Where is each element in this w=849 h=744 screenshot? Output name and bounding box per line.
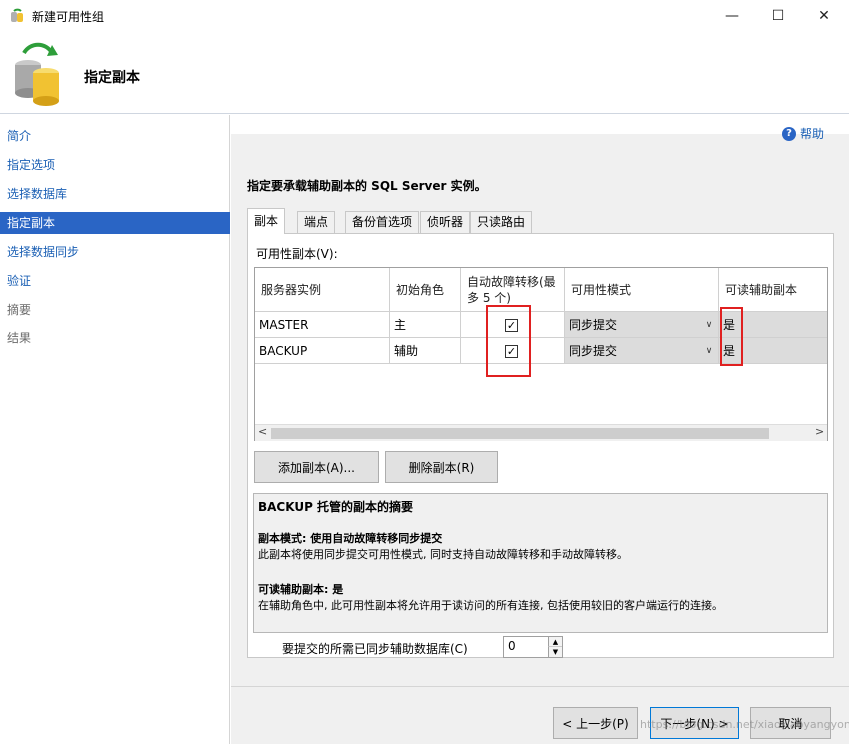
back-button[interactable]: < 上一步(P) [553, 707, 638, 739]
scrollbar-thumb[interactable] [271, 428, 769, 439]
summary-heading: BACKUP 托管的副本的摘要 [258, 500, 414, 514]
cell-role[interactable]: 主 [390, 312, 461, 338]
nav-item-data-sync[interactable]: 选择数据同步 [0, 241, 230, 263]
tab-backup-preferences[interactable]: 备份首选项 [345, 211, 420, 233]
cell-role[interactable]: 辅助 [390, 338, 461, 364]
database-sync-icon [15, 42, 59, 106]
highlight-failover [486, 305, 531, 377]
maximize-button[interactable]: ☐ [755, 0, 801, 32]
summary-mode-title: 副本模式: 使用自动故障转移同步提交 [258, 532, 443, 545]
wizard-header: 指定副本 [0, 32, 849, 114]
chevron-down-icon: ∨ [705, 346, 713, 356]
minimize-icon: — [725, 8, 739, 24]
spinner-value[interactable]: 0 [508, 639, 516, 653]
help-link[interactable]: ? 帮助 [782, 125, 824, 142]
cell-server[interactable]: BACKUP [255, 338, 390, 364]
main-top-strip [231, 115, 849, 134]
mode-dropdown[interactable]: 同步提交 ∨ [565, 338, 719, 364]
spinner-down-icon[interactable]: ▼ [548, 647, 562, 657]
nav-item-replicas[interactable]: 指定副本 [0, 212, 230, 234]
tab-readonly-routing[interactable]: 只读路由 [470, 211, 533, 233]
scroll-right-icon[interactable]: > [815, 425, 824, 438]
nav-item-results: 结果 [7, 331, 32, 345]
minimize-button[interactable]: — [709, 0, 755, 32]
help-label: 帮助 [800, 127, 825, 141]
nav-item-databases[interactable]: 选择数据库 [0, 183, 230, 205]
summary-readable-desc: 在辅助角色中, 此可用性副本将允许用于读访问的所有连接, 包括使用较旧的客户端运… [258, 599, 723, 612]
cell-server[interactable]: MASTER [255, 312, 390, 338]
spinner-up-icon[interactable]: ▲ [548, 637, 562, 647]
window-title: 新建可用性组 [32, 10, 105, 24]
nav-item-validation[interactable]: 验证 [0, 270, 230, 292]
replicas-label: 可用性副本(V): [256, 247, 338, 261]
column-header-server[interactable]: 服务器实例 [255, 268, 390, 312]
summary-mode-desc: 此副本将使用同步提交可用性模式, 同时支持自动故障转移和手动故障转移。 [258, 548, 628, 561]
close-button[interactable]: ✕ [801, 0, 847, 32]
sync-databases-label: 要提交的所需已同步辅助数据库(C) [282, 642, 468, 656]
sync-databases-spinner[interactable]: 0 ▲ ▼ [503, 636, 563, 658]
nav-item-summary: 摘要 [7, 303, 32, 317]
scroll-left-icon[interactable]: < [258, 425, 267, 438]
nav-item-intro[interactable]: 简介 [0, 125, 230, 147]
footer-separator [231, 686, 849, 687]
remove-replica-button[interactable]: 删除副本(R) [385, 451, 498, 483]
mode-value: 同步提交 [569, 318, 618, 332]
wizard-nav: 简介 指定选项 选择数据库 指定副本 选择数据同步 验证 摘要 结果 [0, 115, 230, 744]
watermark: https://blog.csdn.net/xiaoxiaoyangyong [640, 718, 849, 731]
add-replica-button[interactable]: 添加副本(A)... [254, 451, 379, 483]
replica-summary: BACKUP 托管的副本的摘要 副本模式: 使用自动故障转移同步提交 此副本将使… [253, 493, 828, 633]
column-header-mode[interactable]: 可用性模式 [565, 268, 719, 312]
mode-value: 同步提交 [569, 344, 618, 358]
tab-listener[interactable]: 侦听器 [420, 211, 471, 233]
tab-replicas[interactable]: 副本 [247, 208, 286, 234]
help-icon: ? [782, 126, 796, 141]
maximize-icon: ☐ [771, 8, 785, 24]
page-title: 指定副本 [84, 70, 140, 86]
availability-group-icon [11, 8, 23, 22]
nav-item-options[interactable]: 指定选项 [0, 154, 230, 176]
tab-endpoints[interactable]: 端点 [297, 211, 336, 233]
chevron-down-icon: ∨ [705, 320, 713, 330]
close-icon: ✕ [818, 8, 830, 24]
highlight-readable [720, 307, 743, 366]
mode-dropdown[interactable]: 同步提交 ∨ [565, 312, 719, 338]
summary-readable-title: 可读辅助副本: 是 [258, 583, 344, 596]
column-header-role[interactable]: 初始角色 [390, 268, 461, 312]
column-header-readable[interactable]: 可读辅助副本 [719, 268, 827, 312]
instruction-text: 指定要承载辅助副本的 SQL Server 实例。 [247, 179, 487, 193]
